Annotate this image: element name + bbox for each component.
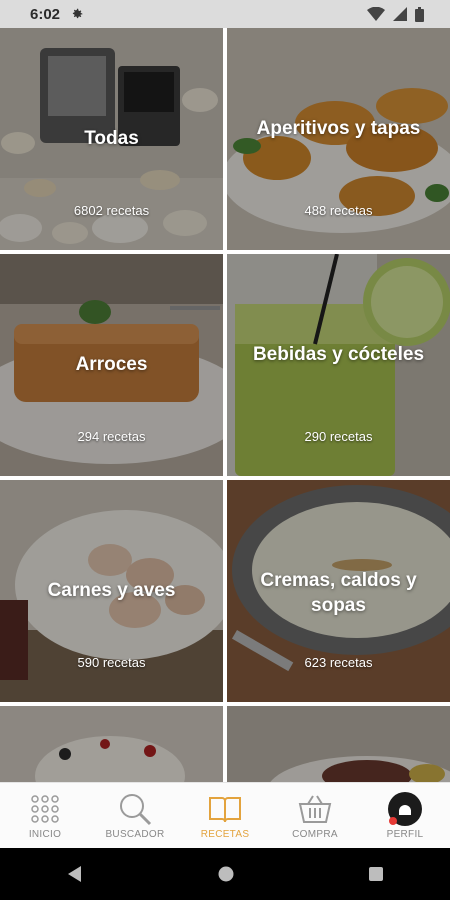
system-nav-bar xyxy=(0,848,450,900)
category-title: Cremas, caldos y sopas xyxy=(260,570,417,616)
tab-label: BUSCADOR xyxy=(105,829,165,840)
recipe-count: 6802 recetas xyxy=(73,203,150,218)
tab-label: RECETAS xyxy=(200,829,250,840)
category-todas[interactable]: Todas 6802 recetas xyxy=(0,28,223,250)
gear-icon xyxy=(72,8,83,19)
recipe-count: 290 recetas xyxy=(304,429,373,444)
search-icon xyxy=(117,791,153,827)
basket-icon xyxy=(297,791,333,827)
profile-avatar xyxy=(387,791,423,827)
tile-shade xyxy=(227,706,450,782)
category-ensaladas-partial[interactable] xyxy=(227,706,450,782)
category-title: Todas xyxy=(84,128,139,149)
bottom-tab-bar: INICIO BUSCADOR RECETAS COMPRA PERFIL xyxy=(0,782,450,849)
wifi-icon xyxy=(367,7,385,21)
recipe-count: 623 recetas xyxy=(304,655,373,670)
status-time: 6:02 xyxy=(30,5,61,23)
category-carnes-y-aves[interactable]: Carnes y aves 590 recetas xyxy=(0,480,223,702)
battery-icon xyxy=(415,6,424,22)
back-icon[interactable] xyxy=(66,865,84,883)
home-icon[interactable] xyxy=(217,865,235,883)
category-title: Bebidas y cócteles xyxy=(252,344,425,365)
category-cremas-caldos-y-sopas[interactable]: Cremas, caldos y sopas 623 recetas xyxy=(227,480,450,702)
tab-label: PERFIL xyxy=(386,829,424,840)
category-bebidas-y-cocteles[interactable]: Bebidas y cócteles 290 recetas xyxy=(227,254,450,476)
category-title: Aperitivos y tapas xyxy=(256,118,421,139)
recipe-count: 294 recetas xyxy=(77,429,146,444)
tab-perfil[interactable]: PERFIL xyxy=(360,783,450,849)
tab-label: COMPRA xyxy=(292,829,338,840)
category-aperitivos-y-tapas[interactable]: Aperitivos y tapas 488 recetas xyxy=(227,28,450,250)
signal-icon xyxy=(393,7,407,21)
category-postres-partial[interactable] xyxy=(0,706,223,782)
tab-compra[interactable]: COMPRA xyxy=(270,783,360,849)
tab-recetas[interactable]: RECETAS xyxy=(180,783,270,849)
category-grid: Todas 6802 recetas Aperitivos y tapas 48… xyxy=(0,28,450,782)
tab-inicio[interactable]: INICIO xyxy=(0,783,90,849)
tile-shade xyxy=(0,706,223,782)
overview-icon[interactable] xyxy=(368,866,384,882)
recipe-count: 590 recetas xyxy=(77,655,146,670)
category-title: Carnes y aves xyxy=(47,580,176,601)
category-arroces[interactable]: Arroces 294 recetas xyxy=(0,254,223,476)
status-bar: 6:02 xyxy=(0,0,450,28)
grid-icon xyxy=(27,791,63,827)
tab-buscador[interactable]: BUSCADOR xyxy=(90,783,180,849)
book-icon xyxy=(207,791,243,827)
recipe-count: 488 recetas xyxy=(304,203,373,218)
tab-label: INICIO xyxy=(28,829,62,840)
category-title: Arroces xyxy=(75,354,148,375)
